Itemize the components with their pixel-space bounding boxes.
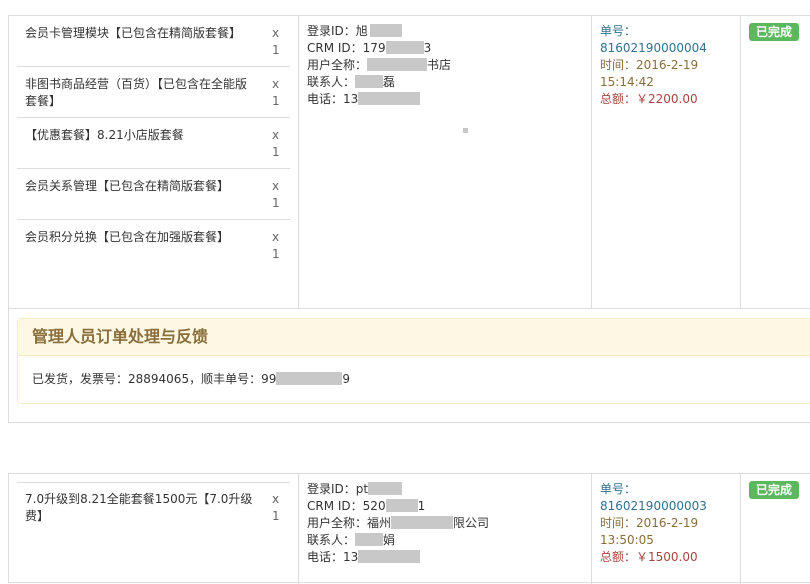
order-panel: 会员卡管理模块【已包含在精简版套餐】 x1 非图书商品经营（百货）【已包含在全能… [8,15,810,423]
redaction-mask [358,550,421,563]
order-row: 会员卡管理模块【已包含在精简版套餐】 x1 非图书商品经营（百货）【已包含在全能… [9,16,810,309]
login-value: pt [355,482,369,496]
order-number: 81602190000003 [600,499,707,513]
order-number-label: 单号： [600,482,637,496]
order-amount-label: 总额： [600,92,637,106]
order-info: 单号： 81602190000004 时间：2016-2-19 15:14:42… [592,16,741,308]
order-time-label: 时间： [600,58,637,72]
order-time: 13:50:05 [600,533,654,547]
crm-prefix: 520 [362,499,386,513]
list-item: 【优惠套餐】8.21小店版套餐 x1 [17,118,290,169]
fullname-suffix: 限公司 [453,516,490,530]
order-date: 2016-2-19 [636,516,699,530]
feedback-text-prefix: 已发货，发票号：28894065，顺丰单号：99 [32,372,277,386]
fullname-suffix: 书店 [427,58,452,72]
crm-label: CRM ID： [307,499,363,513]
contact-suffix: 娟 [383,533,396,547]
list-item: 非图书商品经营（百货）【已包含在全能版套餐】 x1 [17,67,290,118]
redaction-mask [391,516,454,529]
item-qty: x1 [272,77,280,108]
feedback-panel: 管理人员订单处理与反馈 已发货，发票号：28894065，顺丰单号：99 9 [17,318,810,404]
list-item: 会员卡管理模块【已包含在精简版套餐】 x1 [17,16,290,67]
item-name: 会员积分兑换【已包含在加强版套餐】 [25,230,230,244]
order-items: 7.0升级到8.21全能套餐1500元【7.0升级费】 x1 [9,474,299,584]
order-row: 7.0升级到8.21全能套餐1500元【7.0升级费】 x1 登录ID：pt C… [9,474,810,584]
redaction-mask [368,482,403,495]
redaction-mask [385,499,418,512]
list-item: 会员关系管理【已包含在精简版套餐】 x1 [17,169,290,220]
status-badge: 已完成 [749,23,800,41]
login-label: 登录ID： [307,482,356,496]
phone-label: 电话： [307,550,344,564]
order-panel: 7.0升级到8.21全能套餐1500元【7.0升级费】 x1 登录ID：pt C… [8,473,810,584]
redaction-mask [355,533,384,546]
order-amount: ￥2200.00 [636,92,698,106]
login-label: 登录ID： [307,24,356,38]
order-status: 已完成 [741,16,810,308]
order-amount-label: 总额： [600,550,637,564]
item-qty: x1 [272,128,280,159]
fullname-prefix: 福州 [367,516,392,530]
crm-suffix: 3 [423,41,432,55]
status-badge: 已完成 [749,481,800,499]
item-name: 会员卡管理模块【已包含在精简版套餐】 [25,26,242,40]
order-time: 15:14:42 [600,75,654,89]
order-items: 会员卡管理模块【已包含在精简版套餐】 x1 非图书商品经营（百货）【已包含在全能… [9,16,299,308]
order-number: 81602190000004 [600,41,707,55]
login-value: 旭 [355,24,368,38]
phone-prefix: 13 [343,92,359,106]
item-name: 7.0升级到8.21全能套餐1500元【7.0升级费】 [25,492,253,523]
order-info: 单号： 81602190000003 时间：2016-2-19 13:50:05… [592,474,741,584]
contact-label: 联系人： [307,533,356,547]
item-qty: x1 [272,26,280,57]
feedback-area: 管理人员订单处理与反馈 已发货，发票号：28894065，顺丰单号：99 9 [9,309,810,422]
redaction-mask [369,24,402,37]
order-number-label: 单号： [600,24,637,38]
redaction-mask [276,372,343,385]
redaction-mask [355,75,384,88]
order-status: 已完成 [741,474,810,584]
redaction-mask [358,92,421,105]
fullname-label: 用户全称： [307,516,368,530]
list-item: 会员积分兑换【已包含在加强版套餐】 x1 [17,220,290,271]
crm-suffix: 1 [417,499,426,513]
redaction-mask [463,128,468,133]
phone-label: 电话： [307,92,344,106]
redaction-mask [367,58,428,71]
item-name: 会员关系管理【已包含在精简版套餐】 [25,179,230,193]
user-info: 登录ID：pt CRM ID：520 1 用户全称：福州 限公司 联系人： 娟 电话：… [299,474,592,584]
crm-prefix: 179 [362,41,386,55]
redaction-mask [385,41,424,54]
user-info: 登录ID：旭 CRM ID：179 3 用户全称： 书店 联系人： 磊 电话：13 [299,16,592,308]
feedback-text-suffix: 9 [342,372,350,386]
order-amount: ￥1500.00 [636,550,698,564]
item-name: 【优惠套餐】8.21小店版套餐 [25,128,184,142]
crm-label: CRM ID： [307,41,363,55]
contact-suffix: 磊 [383,75,396,89]
contact-label: 联系人： [307,75,356,89]
phone-prefix: 13 [343,550,359,564]
order-date: 2016-2-19 [636,58,699,72]
feedback-text: 已发货，发票号：28894065，顺丰单号：99 9 [18,356,810,387]
order-time-label: 时间： [600,516,637,530]
item-qty: x1 [272,492,280,523]
list-item: 7.0升级到8.21全能套餐1500元【7.0升级费】 x1 [17,482,290,525]
feedback-title: 管理人员订单处理与反馈 [18,319,810,356]
item-qty: x1 [272,230,280,261]
item-qty: x1 [272,179,280,210]
fullname-label: 用户全称： [307,58,368,72]
item-name: 非图书商品经营（百货）【已包含在全能版套餐】 [25,77,248,108]
